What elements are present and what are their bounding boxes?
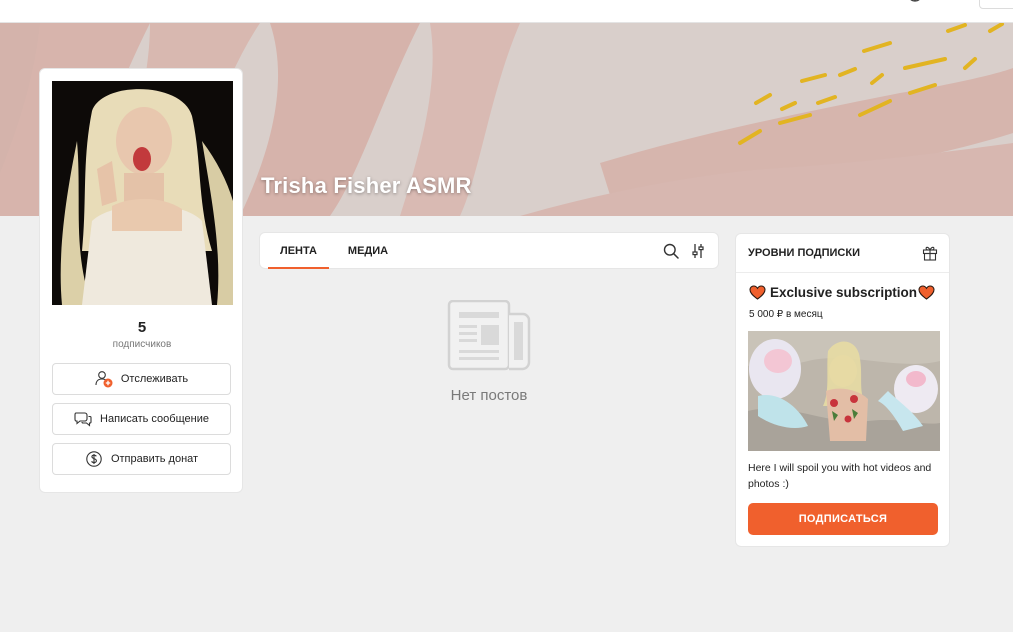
avatar-image xyxy=(52,81,233,305)
tab-feed[interactable]: ЛЕНТА xyxy=(268,233,329,269)
tier-preview-photo xyxy=(748,331,940,451)
add-user-icon xyxy=(95,371,113,388)
filter-icon[interactable] xyxy=(690,243,706,259)
feed-tabs-bar: ЛЕНТА МЕДИА xyxy=(259,232,719,269)
chat-icon xyxy=(74,412,92,427)
search-icon[interactable] xyxy=(663,243,679,259)
avatar xyxy=(52,81,233,305)
tab-media[interactable]: МЕДИА xyxy=(343,233,393,269)
subscribers-count: 5 xyxy=(137,319,147,336)
active-tab-indicator xyxy=(268,267,329,269)
empty-feed-text: Нет постов xyxy=(450,387,528,404)
subscription-levels-panel: УРОВНИ ПОДПИСКИ Exclusive subscription 5… xyxy=(735,233,950,547)
tier-preview-image[interactable] xyxy=(748,331,940,451)
tab-feed-label: ЛЕНТА xyxy=(280,245,317,257)
subscribe-button[interactable]: ПОДПИСАТЬСЯ xyxy=(748,503,938,535)
tier-name: Exclusive subscription xyxy=(749,285,935,300)
dollar-icon xyxy=(86,451,102,467)
follow-button-label: Отслеживать xyxy=(120,373,189,385)
donate-button[interactable]: Отправить донат xyxy=(52,443,231,475)
donate-button-label: Отправить донат xyxy=(110,453,199,465)
subscription-levels-title: УРОВНИ ПОДПИСКИ xyxy=(748,247,860,259)
heart-icon xyxy=(749,285,766,300)
message-button-label: Написать сообщение xyxy=(100,413,209,425)
follow-button[interactable]: Отслеживать xyxy=(52,363,231,395)
page-title: Trisha Fisher ASMR xyxy=(261,173,472,198)
top-bar-button[interactable] xyxy=(979,0,1013,9)
heart-icon xyxy=(918,285,935,300)
tier-price: 5 000 ₽ в месяц xyxy=(749,309,823,320)
profile-card: 5 подписчиков Отслеживать Написать сообщ… xyxy=(39,68,243,493)
subscription-levels-header: УРОВНИ ПОДПИСКИ xyxy=(736,234,949,273)
globe-icon[interactable] xyxy=(907,0,923,4)
tier-description: Here I will spoil you with hot videos an… xyxy=(748,462,932,490)
newspaper-icon xyxy=(447,300,531,371)
top-bar xyxy=(0,0,1013,23)
gift-icon[interactable] xyxy=(922,245,938,261)
subscribers-label: подписчиков xyxy=(112,339,172,350)
message-button[interactable]: Написать сообщение xyxy=(52,403,231,435)
tier-name-label: Exclusive subscription xyxy=(770,285,918,300)
tab-media-label: МЕДИА xyxy=(347,245,389,257)
